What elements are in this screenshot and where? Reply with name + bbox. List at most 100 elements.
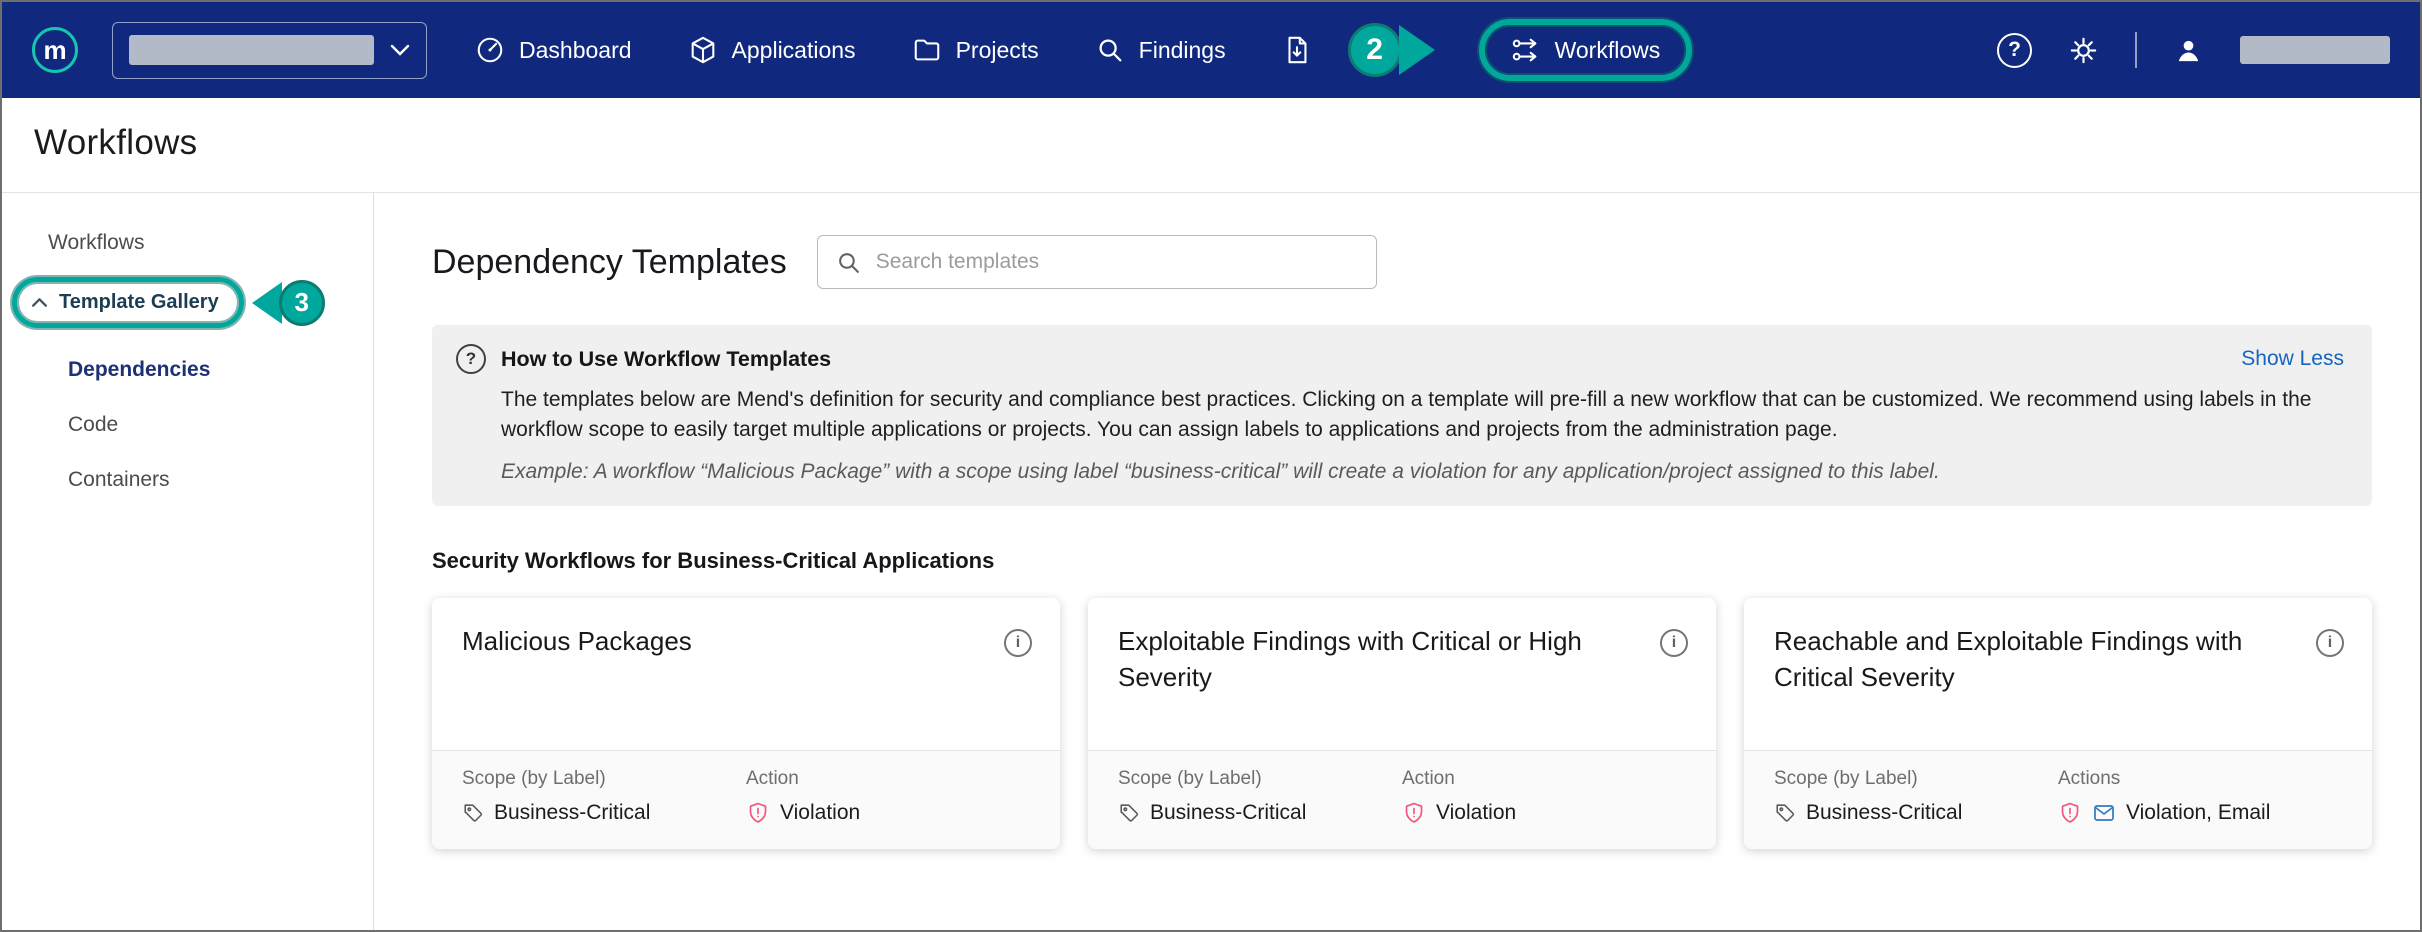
help-icon[interactable]: ? — [1997, 33, 2032, 68]
workflows-highlight-ring: Workflows — [1479, 19, 1693, 81]
show-less-link[interactable]: Show Less — [2241, 347, 2344, 371]
nav-dashboard-label: Dashboard — [519, 37, 632, 64]
template-cards-row: Malicious Packages i Scope (by Label) Bu… — [432, 598, 2372, 849]
actions-label: Actions — [2058, 768, 2342, 790]
sidebar-item-containers[interactable]: Containers — [68, 468, 373, 492]
nav-applications-label: Applications — [732, 37, 856, 64]
nav-applications[interactable]: Applications — [688, 35, 856, 65]
scope-value: Business-Critical — [1774, 801, 2058, 825]
settings-gear-button[interactable] — [2068, 35, 2099, 66]
nav-projects-label: Projects — [956, 37, 1039, 64]
scope-column: Scope (by Label) Business-Critical — [1118, 768, 1402, 825]
nav-findings[interactable]: Findings — [1095, 35, 1226, 65]
page-title-bar: Workflows — [2, 98, 2420, 193]
question-glyph: ? — [466, 349, 476, 369]
card-body: Reachable and Exploitable Findings with … — [1744, 598, 2372, 750]
document-download-icon — [1282, 35, 1312, 65]
action-value: Violation — [1402, 801, 1686, 825]
gear-icon — [2068, 35, 2099, 66]
action-label: Action — [1402, 768, 1686, 790]
info-banner-title: How to Use Workflow Templates — [501, 347, 831, 372]
violation-shield-icon — [746, 801, 770, 825]
template-gallery-label: Template Gallery — [59, 291, 219, 314]
page-body: Workflows Template Gallery 3 Dependencie… — [2, 193, 2420, 930]
tag-icon — [1774, 802, 1796, 824]
findings-search-icon — [1095, 35, 1125, 65]
info-glyph: i — [1672, 634, 1676, 652]
tag-icon — [462, 802, 484, 824]
mend-logo-glyph: m — [43, 37, 66, 63]
annotation-step-3-arrow-icon — [252, 282, 282, 324]
search-icon — [836, 250, 861, 275]
user-menu-button[interactable] — [2173, 35, 2204, 66]
scope-label: Scope (by Label) — [1774, 768, 2058, 790]
search-input[interactable] — [876, 250, 1358, 274]
scope-column: Scope (by Label) Business-Critical — [462, 768, 746, 825]
scope-column: Scope (by Label) Business-Critical — [1774, 768, 2058, 825]
security-workflows-section-title: Security Workflows for Business-Critical… — [432, 548, 2372, 574]
person-icon — [2173, 35, 2204, 66]
nav-workflows[interactable]: Workflows — [1511, 35, 1661, 65]
chevron-down-icon — [390, 44, 410, 56]
template-card-exploitable-findings[interactable]: Exploitable Findings with Critical or Hi… — [1088, 598, 1716, 849]
annotation-step-2-badge: 2 — [1348, 23, 1402, 77]
mend-logo[interactable]: m — [32, 27, 78, 73]
info-icon[interactable]: i — [2316, 629, 2344, 657]
template-card-malicious-packages[interactable]: Malicious Packages i Scope (by Label) Bu… — [432, 598, 1060, 849]
info-icon[interactable]: i — [1004, 629, 1032, 657]
card-footer: Scope (by Label) Business-Critical Actio… — [432, 750, 1060, 849]
template-gallery-subitems: Dependencies Code Containers — [2, 328, 373, 492]
dependency-templates-heading: Dependency Templates — [432, 243, 787, 282]
nav-findings-label: Findings — [1139, 37, 1226, 64]
card-footer: Scope (by Label) Business-Critical Actio… — [1088, 750, 1716, 849]
scope-value-text: Business-Critical — [1806, 801, 1962, 825]
card-title: Reachable and Exploitable Findings with … — [1774, 624, 2302, 732]
redacted-org-name — [129, 35, 374, 65]
projects-folder-icon — [912, 35, 942, 65]
card-title: Exploitable Findings with Critical or Hi… — [1118, 624, 1646, 732]
nav-dashboard[interactable]: Dashboard — [475, 35, 632, 65]
scope-value: Business-Critical — [462, 801, 746, 825]
info-banner-header: ? How to Use Workflow Templates Show Les… — [456, 344, 2344, 374]
scope-value-text: Business-Critical — [1150, 801, 1306, 825]
help-glyph: ? — [2008, 38, 2021, 62]
template-card-reachable-exploitable[interactable]: Reachable and Exploitable Findings with … — [1744, 598, 2372, 849]
action-column: Action Violation — [1402, 768, 1686, 825]
action-column: Action Violation — [746, 768, 1030, 825]
sidebar: Workflows Template Gallery 3 Dependencie… — [2, 193, 374, 930]
annotation-step-3: 3 — [252, 280, 325, 326]
scope-value-text: Business-Critical — [494, 801, 650, 825]
scope-label: Scope (by Label) — [462, 768, 746, 790]
sidebar-item-template-gallery[interactable]: Template Gallery — [31, 291, 219, 314]
scope-value: Business-Critical — [1118, 801, 1402, 825]
info-glyph: i — [1016, 634, 1020, 652]
dashboard-icon — [475, 35, 505, 65]
sidebar-item-workflows[interactable]: Workflows — [2, 223, 373, 263]
nav-reports[interactable] — [1282, 35, 1312, 65]
search-box — [817, 235, 1377, 289]
org-selector-dropdown[interactable] — [112, 22, 427, 79]
card-title: Malicious Packages — [462, 624, 692, 732]
violation-shield-icon — [2058, 801, 2082, 825]
nav-projects[interactable]: Projects — [912, 35, 1039, 65]
top-right-cluster: ? — [1997, 32, 2390, 68]
annotation-step-2: 2 — [1348, 23, 1435, 77]
sidebar-item-code[interactable]: Code — [68, 413, 373, 437]
redacted-user-name — [2240, 36, 2390, 64]
top-nav-bar: m Dashboard Applications Projects Findin… — [2, 2, 2420, 98]
info-banner-example: Example: A workflow “Malicious Package” … — [501, 460, 2344, 484]
info-banner: ? How to Use Workflow Templates Show Les… — [432, 325, 2372, 506]
header-divider — [2135, 32, 2137, 68]
sidebar-item-dependencies[interactable]: Dependencies — [68, 358, 373, 382]
action-value: Violation — [746, 801, 1030, 825]
action-value-text: Violation — [780, 801, 860, 825]
app-window: m Dashboard Applications Projects Findin… — [0, 0, 2422, 932]
applications-icon — [688, 35, 718, 65]
info-icon[interactable]: i — [1660, 629, 1688, 657]
violation-shield-icon — [1402, 801, 1426, 825]
template-gallery-row: Template Gallery 3 — [2, 277, 373, 328]
main-content: Dependency Templates ? How to Use Workfl… — [374, 193, 2420, 930]
primary-nav: Dashboard Applications Projects Findings… — [475, 19, 1692, 81]
actions-value: Violation, Email — [2058, 801, 2342, 825]
nav-workflows-label: Workflows — [1555, 37, 1661, 64]
